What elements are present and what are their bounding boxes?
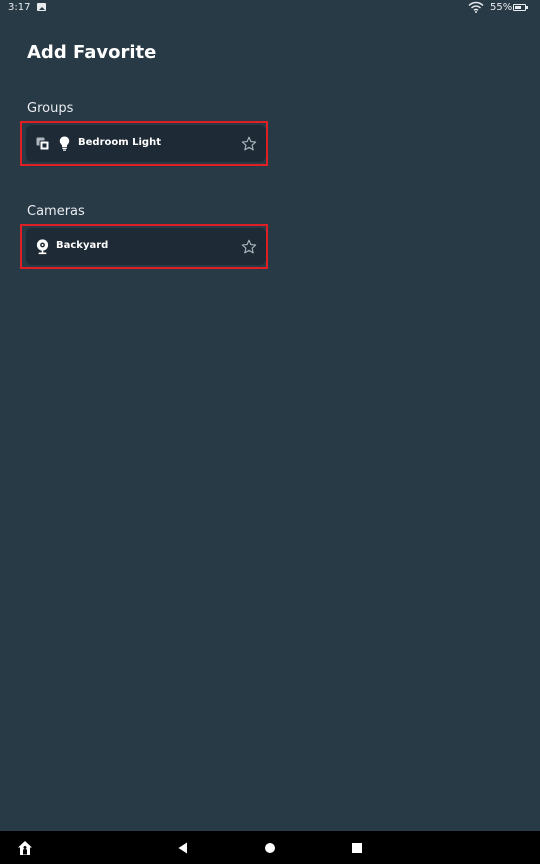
section-label-cameras: Cameras: [27, 204, 85, 219]
star-outline-icon[interactable]: [241, 136, 257, 152]
favorite-item-bedroom-light[interactable]: Bedroom Light: [26, 125, 266, 162]
battery-percent: 55%: [490, 2, 513, 13]
bulb-icon: [59, 136, 70, 151]
page-title: Add Favorite: [27, 42, 157, 63]
favorite-item-label: Bedroom Light: [78, 137, 161, 148]
battery-icon: [513, 4, 528, 11]
wifi-icon: [468, 1, 484, 13]
navigation-bar: [0, 831, 540, 864]
back-icon[interactable]: [175, 840, 191, 856]
camera-icon: [36, 239, 49, 255]
recents-icon[interactable]: [349, 840, 365, 856]
alexa-home-icon[interactable]: [17, 840, 33, 856]
status-time: 3:17: [8, 2, 31, 13]
group-icon: [36, 137, 50, 151]
status-bar: 3:17 55%: [0, 0, 540, 16]
home-icon[interactable]: [262, 840, 278, 856]
favorite-item-label: Backyard: [56, 240, 109, 251]
star-outline-icon[interactable]: [241, 239, 257, 255]
image-icon: [37, 3, 46, 11]
favorite-item-backyard[interactable]: Backyard: [26, 228, 266, 265]
section-label-groups: Groups: [27, 101, 74, 116]
